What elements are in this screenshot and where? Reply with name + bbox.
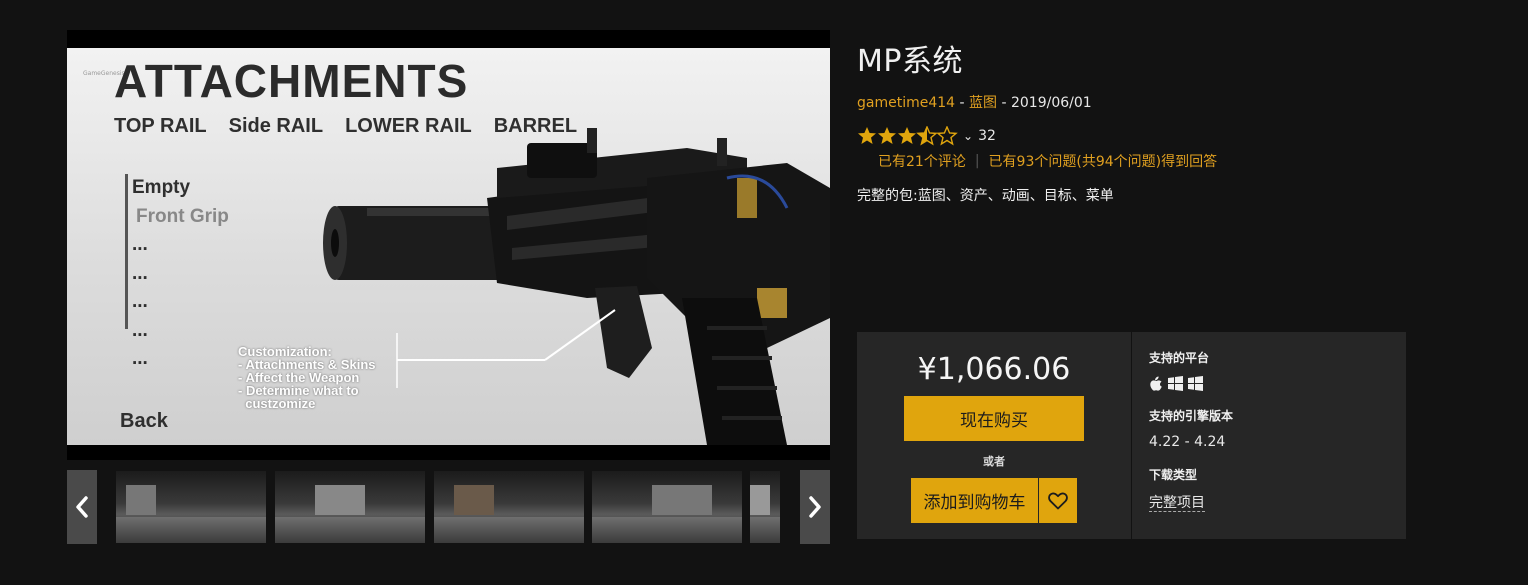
category-link[interactable]: 蓝图 [969,95,997,111]
chevron-left-icon [76,496,88,518]
menu-item: ... [132,348,148,369]
download-heading: 下载类型 [1149,468,1198,482]
thumbnail[interactable] [275,471,425,543]
note-line: custzomize [238,396,316,411]
thumbnail[interactable] [116,471,266,543]
rating[interactable]: ⌄ 32 [857,126,996,146]
meta-separator: - [997,95,1011,111]
menu-item: ... [132,319,148,341]
menu-item-selected: Front Grip [136,205,229,227]
rail-tab: BARREL [493,115,578,137]
media-viewer[interactable]: GameGenesis ATTACHMENTS TOP RAIL Side RA… [67,30,830,460]
reviews-link[interactable]: 已有21个评论 [878,151,966,171]
buy-column: ¥1,066.06 现在购买 或者 添加到购物车 [857,332,1131,539]
spec-column: 支持的平台 支持的引擎版本 4.22 - 4.24 下载类型 完整项目 [1149,332,1399,539]
rail-tab: Side RAIL [228,115,324,137]
wishlist-button[interactable] [1039,478,1077,523]
rail-tab: TOP RAIL [114,115,207,137]
menu-scrollbar [125,174,128,329]
panel-divider [1131,332,1132,539]
customization-note: Customization: - Attachments & Skins - A… [238,345,376,410]
purchase-panel: ¥1,066.06 现在购买 或者 添加到购物车 支持的平台 支持的引擎版本 4… [857,332,1406,539]
thumbnail[interactable] [750,471,780,543]
previous-button[interactable] [67,470,97,544]
release-date: 2019/06/01 [1010,95,1092,111]
product-meta: gametime414 - 蓝图 - 2019/06/01 [857,92,1092,112]
engine-heading: 支持的引擎版本 [1149,409,1234,423]
download-type[interactable]: 完整项目 [1149,495,1205,512]
platforms-heading: 支持的平台 [1149,351,1210,365]
questions-link[interactable]: 已有93个问题(共94个问题)得到回答 [989,151,1218,171]
or-label: 或者 [983,455,1005,468]
apple-icon [1150,376,1162,391]
platform-icons [1149,376,1203,391]
next-button[interactable] [800,470,830,544]
price: ¥1,066.06 [917,352,1071,387]
menu-item: ... [132,262,148,284]
menu-item: ... [132,234,148,255]
rail-tab: LOWER RAIL [345,115,472,137]
star-rating [857,126,958,146]
star-full-icon [878,127,896,144]
chevron-down-icon[interactable]: ⌄ [963,129,973,143]
menu-item: ... [132,291,148,312]
thumbnail[interactable] [592,471,742,543]
thumbnail[interactable] [434,471,584,543]
review-summary: 已有21个评论 | 已有93个问题(共94个问题)得到回答 [878,151,1217,171]
star-half-icon [917,126,937,145]
package-description: 完整的包:蓝图、资产、动画、目标、菜单 [857,188,1114,204]
chevron-right-icon [809,496,821,518]
add-to-cart-button[interactable]: 添加到购物车 [911,478,1038,523]
divider: | [974,153,980,169]
rail-tabs: TOP RAIL Side RAIL LOWER RAIL BARREL [114,115,577,138]
author-link[interactable]: gametime414 [857,95,955,111]
main-screenshot[interactable]: GameGenesis ATTACHMENTS TOP RAIL Side RA… [67,48,830,445]
rating-count: 32 [978,128,996,144]
star-full-icon [858,127,876,144]
attachment-menu: Empty Front Grip ... ... ... ... ... [132,174,229,374]
back-label: Back [120,410,168,432]
menu-item: Empty [132,177,191,198]
star-icons [858,126,957,145]
attachments-title: ATTACHMENTS [114,55,469,107]
engine-versions: 4.22 - 4.24 [1149,434,1226,450]
buy-now-button[interactable]: 现在购买 [904,396,1084,441]
product-title: MP系统 [857,44,963,79]
meta-separator: - [955,95,970,111]
star-full-icon [898,127,916,144]
star-empty-icon [937,126,957,145]
windows-icon [1168,376,1183,391]
heart-icon [1048,492,1068,509]
windows-icon [1188,376,1203,391]
thumbnail-strip [116,471,780,543]
